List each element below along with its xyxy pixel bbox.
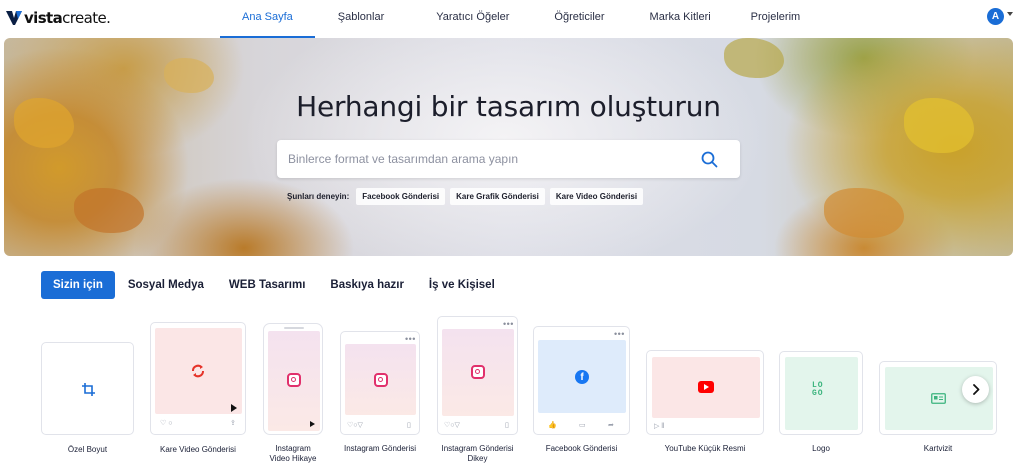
card-label-line: Video Hikaye [269, 454, 317, 463]
card-thumbnail: ••• ♡○▽ ▯ [340, 331, 420, 435]
chevron-right-icon [973, 384, 980, 395]
nav-creative-assets[interactable]: Yaratıcı Öğeler [407, 0, 532, 38]
card-thumbnail [41, 342, 134, 435]
tab-print-ready[interactable]: Baskıya hazır [318, 271, 416, 299]
play-icon [310, 421, 315, 427]
suggestion-chip[interactable]: Facebook Gönderisi [356, 187, 446, 205]
nav-home[interactable]: Ana Sayfa [220, 0, 315, 38]
card-label: Instagram Gönderisi Dikey [427, 444, 528, 464]
nav-brand-kits[interactable]: Marka Kitleri [627, 0, 731, 38]
facebook-icon: f [575, 370, 589, 384]
brand-bold: vista [24, 9, 63, 27]
card-thumbnail: ••• f 👍 ▭ ➦ [533, 326, 630, 435]
tab-social-media[interactable]: Sosyal Medya [116, 271, 216, 299]
vistacreate-logo[interactable]: vistacreate. [6, 8, 111, 28]
hero-title: Herhangi bir tasarım oluşturun [296, 90, 721, 123]
card-label-line: Instagram Gönderisi [441, 444, 514, 453]
tab-web-design[interactable]: WEB Tasarımı [217, 271, 317, 299]
card-thumbnail: ♡ ○ ⇪ [150, 322, 246, 435]
card-label: Kartvizit [923, 444, 953, 453]
brand-light: create [62, 9, 107, 27]
top-navigation-bar: vistacreate. Ana Sayfa Şablonlar Yaratıc… [0, 0, 1024, 38]
card-label: YouTube Küçük Resmi [664, 444, 746, 453]
brand-name: vistacreate. [24, 9, 111, 27]
suggestions-row: Şunları deneyin: Facebook Gönderisi Kare… [287, 187, 648, 205]
id-card-icon [931, 393, 946, 404]
autumn-leaf-decoration [724, 38, 784, 78]
heart-icon: ♡ ○ [160, 420, 173, 427]
instagram-icon [471, 365, 485, 379]
card-thumbnail: ▷ ll [646, 350, 764, 435]
nav-templates[interactable]: Şablonlar [315, 0, 407, 38]
card-label-line: Dikey [467, 454, 488, 463]
card-thumbnail: ••• ♡○▽ ▯ [437, 316, 518, 435]
nav-my-projects[interactable]: Projelerim [731, 0, 821, 38]
more-options-icon: ••• [614, 329, 625, 339]
card-label: Logo [812, 444, 830, 453]
play-icon [231, 404, 237, 412]
crop-icon [82, 383, 95, 396]
category-tabs: Sizin için Sosyal Medya WEB Tasarımı Bas… [41, 271, 508, 299]
instagram-icon [374, 373, 388, 387]
share-icon: ⇪ [230, 420, 236, 427]
suggestions-label: Şunları deneyin: [287, 191, 350, 201]
comment-icon: ▭ [579, 422, 586, 429]
card-label: Özel Boyut [67, 445, 108, 454]
card-thumbnail: LO GO [779, 351, 863, 435]
avatar[interactable]: A [987, 8, 1004, 25]
tab-for-you[interactable]: Sizin için [41, 271, 115, 299]
card-label: Instagram Video Hikaye [253, 444, 333, 464]
chevron-down-icon[interactable] [1007, 12, 1013, 16]
bookmark-icon: ▯ [505, 422, 509, 429]
logo-icon-text: GO [812, 389, 824, 398]
search-icon[interactable] [701, 151, 718, 168]
instagram-icon [287, 373, 301, 387]
tab-business-personal[interactable]: İş ve Kişisel [417, 271, 507, 299]
share-icon: ➦ [608, 422, 614, 429]
carousel-next-button[interactable] [962, 376, 989, 403]
brand-dot: . [106, 9, 111, 27]
search-input[interactable] [277, 140, 697, 178]
card-label-line: Instagram [275, 444, 311, 453]
heart-icon: ♡○▽ [347, 422, 363, 429]
autumn-leaf-decoration [74, 188, 144, 233]
autumn-leaf-decoration [164, 58, 214, 93]
more-options-icon: ••• [405, 334, 416, 344]
phone-notch [284, 327, 304, 329]
vista-logo-icon [6, 11, 22, 25]
refresh-icon [192, 364, 204, 378]
suggestion-chip[interactable]: Kare Video Gönderisi [549, 187, 644, 205]
logo-icon: LO GO [812, 382, 824, 398]
main-nav: Ana Sayfa Şablonlar Yaratıcı Öğeler Öğre… [220, 0, 820, 38]
youtube-icon [698, 381, 714, 393]
player-controls-icon: ▷ ll [654, 423, 665, 430]
nav-tutorials[interactable]: Öğreticiler [532, 0, 626, 38]
play-icon [704, 384, 709, 390]
heart-icon: ♡○▽ [444, 422, 460, 429]
bookmark-icon: ▯ [407, 422, 411, 429]
card-label: Kare Video Gönderisi [160, 445, 236, 454]
suggestion-chip[interactable]: Kare Grafik Gönderisi [450, 187, 545, 205]
like-icon: 👍 [548, 422, 557, 429]
card-label: Instagram Gönderisi [343, 444, 417, 453]
more-options-icon: ••• [503, 319, 514, 329]
card-thumbnail [263, 323, 323, 435]
card-label: Facebook Gönderisi [545, 444, 618, 453]
hero-banner: Herhangi bir tasarım oluşturun Şunları d… [4, 38, 1013, 256]
autumn-leaf-decoration [824, 188, 904, 238]
search-box [277, 140, 740, 178]
